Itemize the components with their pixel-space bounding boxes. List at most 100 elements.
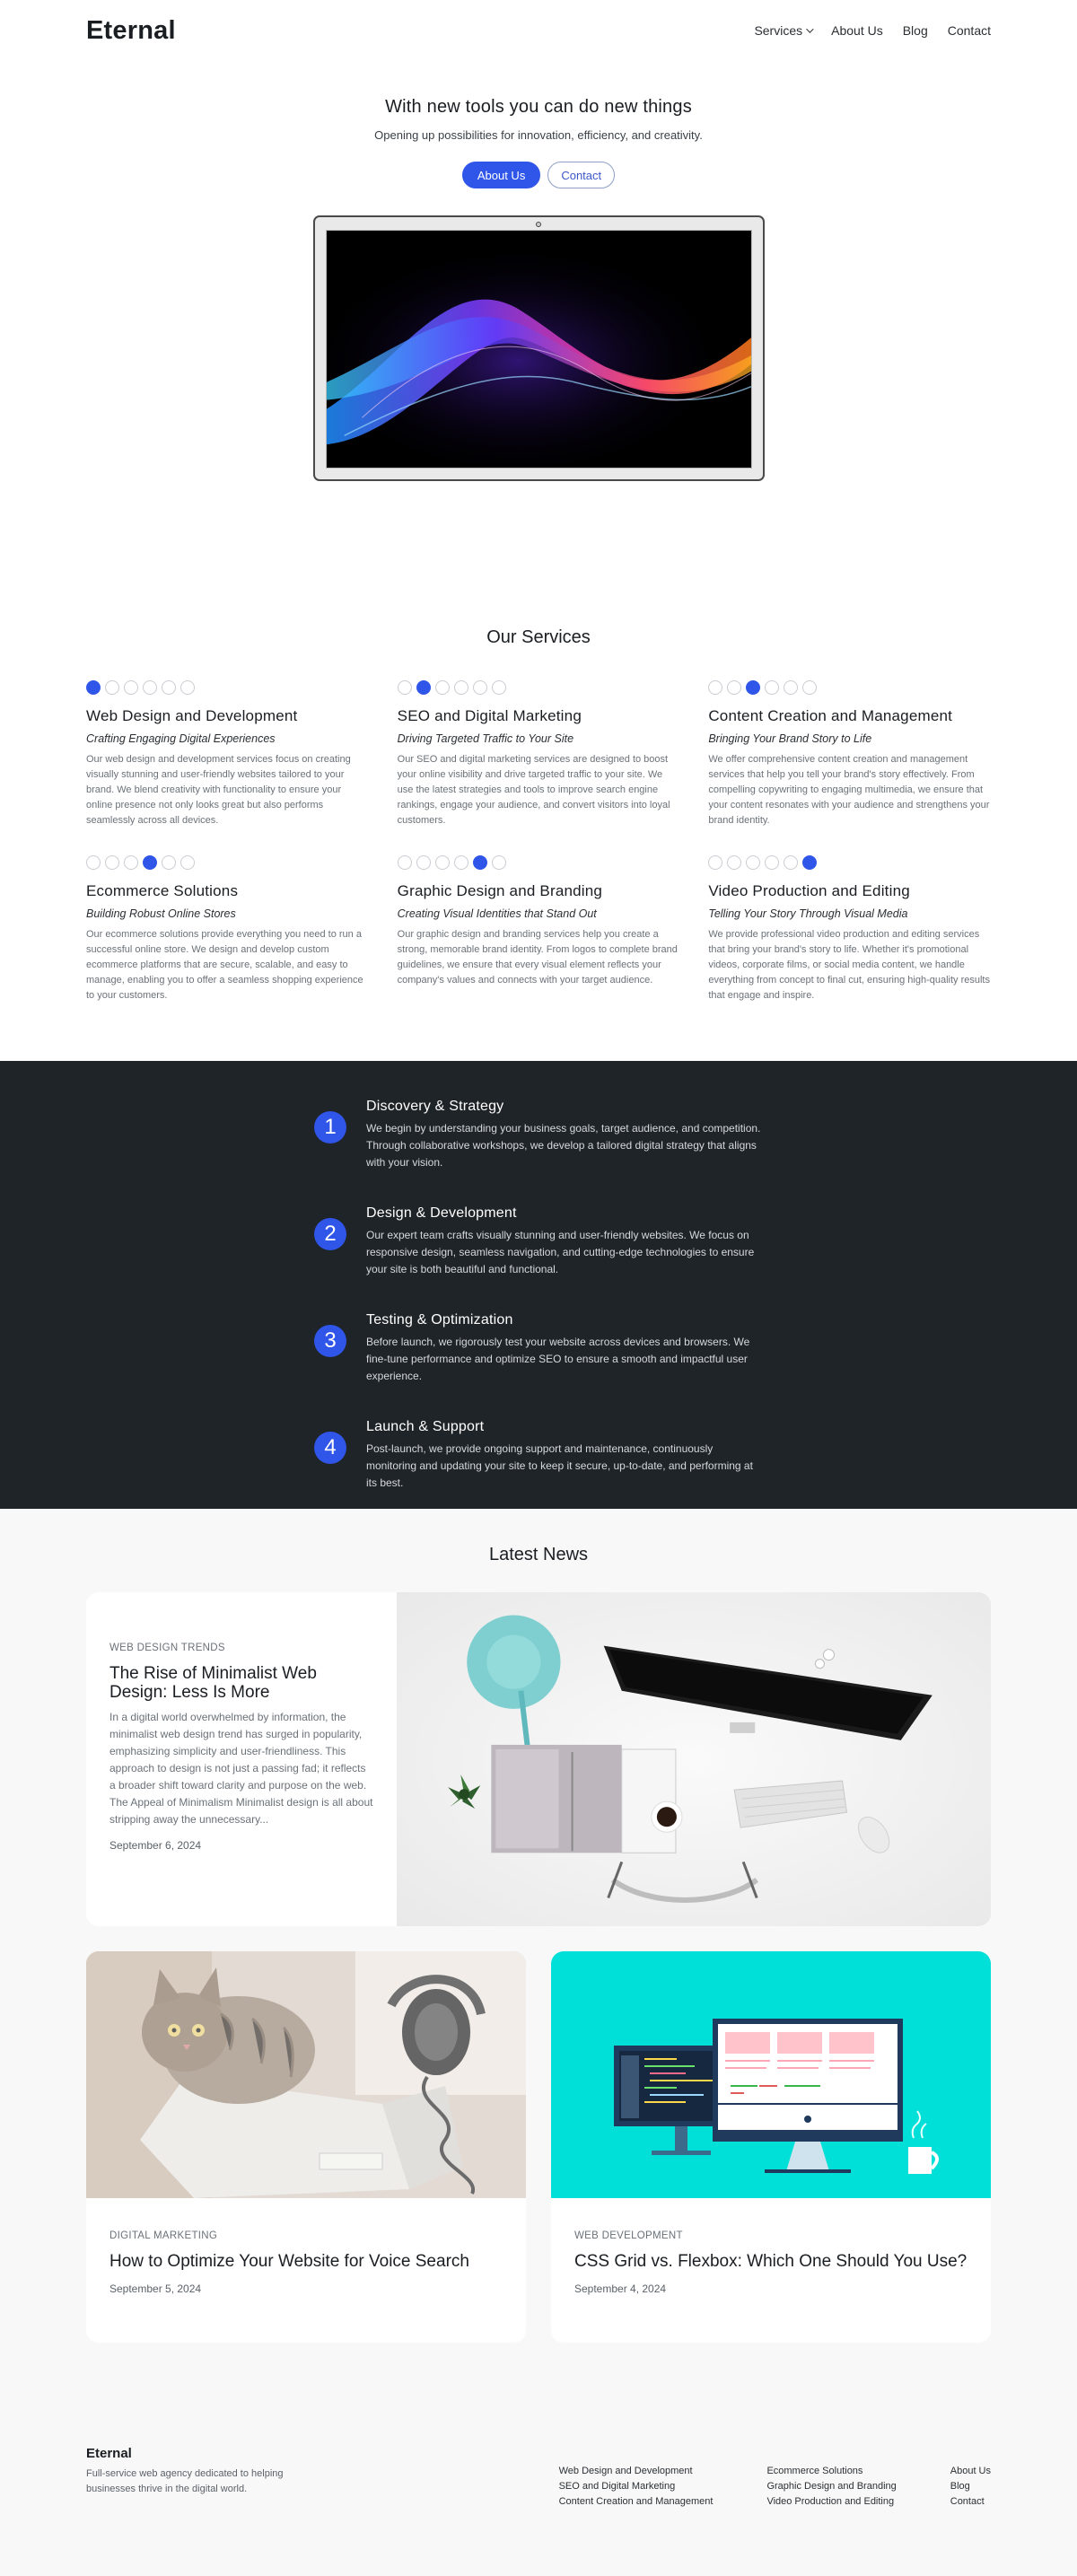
service-title: SEO and Digital Marketing	[397, 707, 582, 724]
carousel-dot[interactable]	[180, 680, 195, 695]
hero-buttons: About Us Contact	[0, 162, 1077, 188]
featured-article[interactable]: WEB DESIGN TRENDS The Rise of Minimalist…	[86, 1592, 991, 1926]
footer-col-pages: About Us Blog Contact	[950, 2464, 991, 2540]
carousel-dot[interactable]	[802, 855, 818, 870]
carousel-dot[interactable]	[86, 680, 101, 695]
footer-col-services-2: Ecommerce Solutions Graphic Design and B…	[766, 2464, 896, 2540]
carousel-dot[interactable]	[727, 680, 742, 695]
carousel-dot[interactable]	[416, 855, 431, 870]
news-card[interactable]: WEB DEVELOPMENT CSS Grid vs. Flexbox: Wh…	[551, 1951, 991, 2343]
footer-link[interactable]: Blog	[950, 2479, 991, 2494]
step-title: Design & Development	[366, 1205, 517, 1221]
carousel-dot[interactable]	[416, 680, 431, 695]
service-card: Graphic Design and Branding Creating Vis…	[397, 855, 680, 1003]
footer-col-services-1: Web Design and Development SEO and Digit…	[559, 2464, 714, 2540]
cat-with-headphones-image	[86, 1951, 526, 2198]
service-dots	[86, 855, 369, 870]
footer-logo[interactable]: Eternal	[86, 2446, 311, 2461]
carousel-dot[interactable]	[162, 680, 176, 695]
news-card-body: WEB DEVELOPMENT CSS Grid vs. Flexbox: Wh…	[551, 2198, 991, 2295]
services-grid: Web Design and Development Crafting Enga…	[86, 680, 991, 1003]
developer-desk-illustration	[551, 1951, 991, 2198]
laptop-screen-image	[325, 230, 752, 469]
carousel-dot[interactable]	[802, 680, 818, 695]
article-date: September 4, 2024	[574, 2282, 667, 2295]
carousel-dot[interactable]	[105, 855, 119, 870]
process-step: 4 Launch & Support Post-launch, we provi…	[314, 1419, 763, 1492]
carousel-dot[interactable]	[397, 855, 412, 870]
about-us-button[interactable]: About Us	[461, 162, 541, 188]
carousel-dot[interactable]	[397, 680, 412, 695]
hero-section: With new tools you can do new things Ope…	[0, 61, 1077, 577]
carousel-dot[interactable]	[124, 680, 138, 695]
nav-contact[interactable]: Contact	[948, 23, 991, 38]
carousel-dot[interactable]	[784, 680, 799, 695]
news-card[interactable]: DIGITAL MARKETING How to Optimize Your W…	[86, 1951, 526, 2343]
service-tagline: Driving Targeted Traffic to Your Site	[397, 732, 574, 745]
carousel-dot[interactable]	[453, 680, 468, 695]
service-text: We provide professional video production…	[708, 929, 990, 1001]
nav-about[interactable]: About Us	[831, 23, 883, 38]
footer-links: Web Design and Development SEO and Digit…	[559, 2446, 991, 2540]
carousel-dot[interactable]	[765, 680, 780, 695]
footer-link[interactable]: SEO and Digital Marketing	[559, 2479, 714, 2494]
carousel-dot[interactable]	[472, 855, 487, 870]
site-logo[interactable]: Eternal	[86, 16, 176, 46]
main-nav: Services About Us Blog Contact	[754, 23, 991, 38]
carousel-dot[interactable]	[143, 680, 157, 695]
carousel-dot[interactable]	[180, 855, 195, 870]
step-title: Testing & Optimization	[366, 1312, 513, 1327]
carousel-dot[interactable]	[434, 680, 450, 695]
service-title: Ecommerce Solutions	[86, 882, 239, 899]
services-title: Our Services	[486, 627, 591, 647]
process-step: 2 Design & Development Our expert team c…	[314, 1205, 763, 1278]
carousel-dot[interactable]	[727, 855, 742, 870]
footer-link[interactable]: Web Design and Development	[559, 2464, 714, 2479]
article-excerpt: In a digital world overwhelmed by inform…	[109, 1711, 373, 1826]
service-text: Our ecommerce solutions provide everythi…	[86, 929, 363, 1001]
footer-link[interactable]: Graphic Design and Branding	[766, 2479, 896, 2494]
service-title: Content Creation and Management	[708, 707, 953, 724]
carousel-dot[interactable]	[765, 855, 780, 870]
service-tagline: Telling Your Story Through Visual Media	[708, 907, 908, 920]
service-dots	[708, 680, 991, 695]
carousel-dot[interactable]	[708, 680, 723, 695]
contact-button[interactable]: Contact	[547, 162, 616, 188]
article-title[interactable]: CSS Grid vs. Flexbox: Which One Should Y…	[574, 2252, 968, 2272]
step-number: 2	[314, 1218, 346, 1250]
nav-blog[interactable]: Blog	[903, 23, 928, 38]
step-number: 1	[314, 1111, 346, 1143]
service-tagline: Crafting Engaging Digital Experiences	[86, 732, 276, 745]
step-title: Launch & Support	[366, 1419, 485, 1434]
carousel-dot[interactable]	[434, 855, 450, 870]
carousel-dot[interactable]	[162, 855, 176, 870]
carousel-dot[interactable]	[105, 680, 119, 695]
carousel-dot[interactable]	[491, 680, 506, 695]
footer-link[interactable]: Content Creation and Management	[559, 2494, 714, 2510]
carousel-dot[interactable]	[472, 680, 487, 695]
footer-link[interactable]: Video Production and Editing	[766, 2494, 896, 2510]
carousel-dot[interactable]	[453, 855, 468, 870]
step-text: Post-launch, we provide ongoing support …	[366, 1442, 753, 1489]
step-title: Discovery & Strategy	[366, 1099, 504, 1114]
article-category: WEB DESIGN TRENDS	[109, 1643, 225, 1653]
news-section: Latest News WEB DESIGN TRENDS The Rise o…	[0, 1509, 1077, 2396]
footer-link[interactable]: Ecommerce Solutions	[766, 2464, 896, 2479]
carousel-dot[interactable]	[708, 855, 723, 870]
service-card: Content Creation and Management Bringing…	[708, 680, 991, 828]
carousel-dot[interactable]	[746, 680, 761, 695]
article-title[interactable]: The Rise of Minimalist Web Design: Less …	[109, 1664, 373, 1702]
article-date: September 5, 2024	[109, 2282, 202, 2295]
laptop-mockup	[312, 215, 765, 481]
article-title[interactable]: How to Optimize Your Website for Voice S…	[109, 2252, 503, 2272]
carousel-dot[interactable]	[86, 855, 101, 870]
service-card: SEO and Digital Marketing Driving Target…	[397, 680, 680, 828]
carousel-dot[interactable]	[784, 855, 799, 870]
carousel-dot[interactable]	[491, 855, 506, 870]
footer-link[interactable]: Contact	[950, 2494, 991, 2510]
nav-services[interactable]: Services	[754, 23, 814, 38]
carousel-dot[interactable]	[746, 855, 761, 870]
footer-link[interactable]: About Us	[950, 2464, 991, 2479]
carousel-dot[interactable]	[143, 855, 157, 870]
carousel-dot[interactable]	[124, 855, 138, 870]
